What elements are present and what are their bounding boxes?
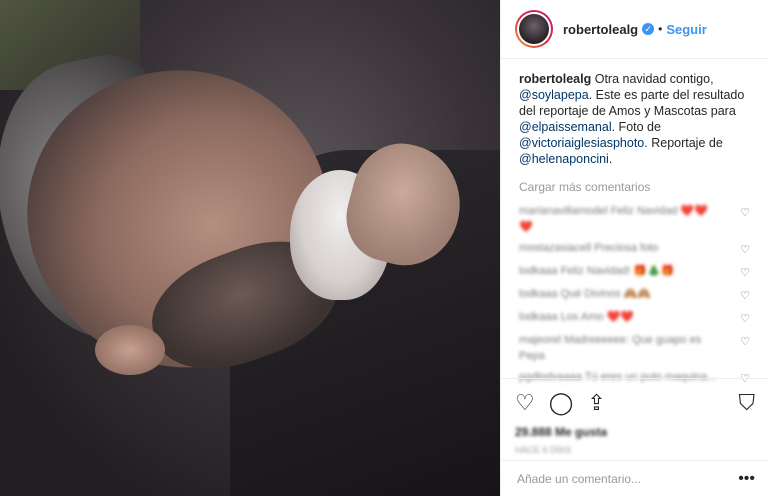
post-sidebar: robertolealg ✓ • Seguir robertolealg Otr… bbox=[500, 0, 768, 496]
comment-item: mostazasiacell Preciosa foto ♡ bbox=[519, 240, 750, 258]
header-username[interactable]: robertolealg bbox=[563, 22, 638, 37]
post-actions: ♡ ◯ ⇪ ⛉ 29.888 Me gusta HACE 6 DÍAS bbox=[501, 378, 768, 455]
comment-icon[interactable]: ◯ bbox=[549, 390, 574, 416]
comments-section: robertolealg Otra navidad contigo, @soyl… bbox=[501, 59, 768, 387]
comment-text: mostazasiacell Preciosa foto bbox=[519, 242, 659, 254]
comment-text: majeorel Madreeeeee: Que guapo es Pepa bbox=[519, 334, 702, 362]
comment-item: lodkaaa Feliz Navidad! 🎁🎄🎁 ♡ bbox=[519, 263, 750, 281]
caption-text-1: Otra navidad contigo, bbox=[594, 72, 714, 86]
comment-like-heart-icon[interactable]: ♡ bbox=[740, 334, 750, 350]
avatar[interactable] bbox=[515, 10, 553, 48]
caption-text-3: . Foto de bbox=[611, 120, 661, 134]
comment-item: lodkaaa Los Amo ❤️❤️ ♡ bbox=[519, 309, 750, 327]
mention-elpaissemanal[interactable]: @elpaissemanal bbox=[519, 120, 612, 134]
load-more-comments-button[interactable]: Cargar más comentarios bbox=[519, 179, 750, 195]
likes-count[interactable]: 29.888 Me gusta bbox=[515, 425, 755, 439]
post-photo[interactable] bbox=[0, 0, 500, 496]
verified-badge-icon: ✓ bbox=[642, 23, 655, 35]
photo-ear bbox=[95, 325, 165, 375]
add-comment-input[interactable] bbox=[515, 470, 739, 487]
post-timestamp: HACE 6 DÍAS bbox=[515, 445, 572, 455]
instagram-post: robertolealg ✓ • Seguir robertolealg Otr… bbox=[0, 0, 768, 496]
post-header: robertolealg ✓ • Seguir bbox=[501, 0, 768, 59]
comment-like-heart-icon[interactable]: ♡ bbox=[740, 242, 750, 258]
post-caption: robertolealg Otra navidad contigo, @soyl… bbox=[519, 71, 750, 167]
comment-item: marianavillamodel Feliz Navidad ❤️❤️❤️ ♡ bbox=[519, 203, 750, 235]
header-separator: • bbox=[658, 22, 663, 36]
heart-icon[interactable]: ♡ bbox=[515, 390, 535, 416]
mention-victoriaiglesiasphoto[interactable]: @victoriaiglesiasphoto bbox=[519, 136, 644, 150]
comment-like-heart-icon[interactable]: ♡ bbox=[740, 311, 750, 327]
caption-text-4: . Reportaje de bbox=[644, 136, 723, 150]
add-comment-bar: ••• bbox=[501, 460, 768, 496]
comment-item: lodkaaa Qué Divinos 🙈🙈 ♡ bbox=[519, 286, 750, 304]
comment-text: marianavillamodel Feliz Navidad ❤️❤️❤️ bbox=[519, 205, 708, 233]
caption-username[interactable]: robertolealg bbox=[519, 72, 591, 86]
comment-like-heart-icon[interactable]: ♡ bbox=[740, 288, 750, 304]
caption-text-5: . bbox=[608, 152, 613, 166]
comment-text: lodkaaa Feliz Navidad! 🎁🎄🎁 bbox=[519, 265, 675, 277]
action-icons: ♡ ◯ ⇪ ⛉ bbox=[515, 385, 755, 421]
follow-button[interactable]: Seguir bbox=[666, 22, 706, 37]
more-icon[interactable]: ••• bbox=[738, 470, 755, 488]
comment-text: lodkaaa Qué Divinos 🙈🙈 bbox=[519, 288, 651, 300]
bookmark-icon[interactable]: ⛉ bbox=[738, 390, 755, 416]
mention-soylapepa[interactable]: @soylapepa bbox=[519, 88, 589, 102]
mention-helenaponcini[interactable]: @helenaponcini bbox=[519, 152, 609, 166]
share-icon[interactable]: ⇪ bbox=[587, 390, 605, 416]
comment-like-heart-icon[interactable]: ♡ bbox=[740, 265, 750, 281]
comment-item: majeorel Madreeeeee: Que guapo es Pepa ♡ bbox=[519, 332, 750, 364]
comment-like-heart-icon[interactable]: ♡ bbox=[740, 205, 750, 221]
comment-text: lodkaaa Los Amo ❤️❤️ bbox=[519, 311, 634, 323]
